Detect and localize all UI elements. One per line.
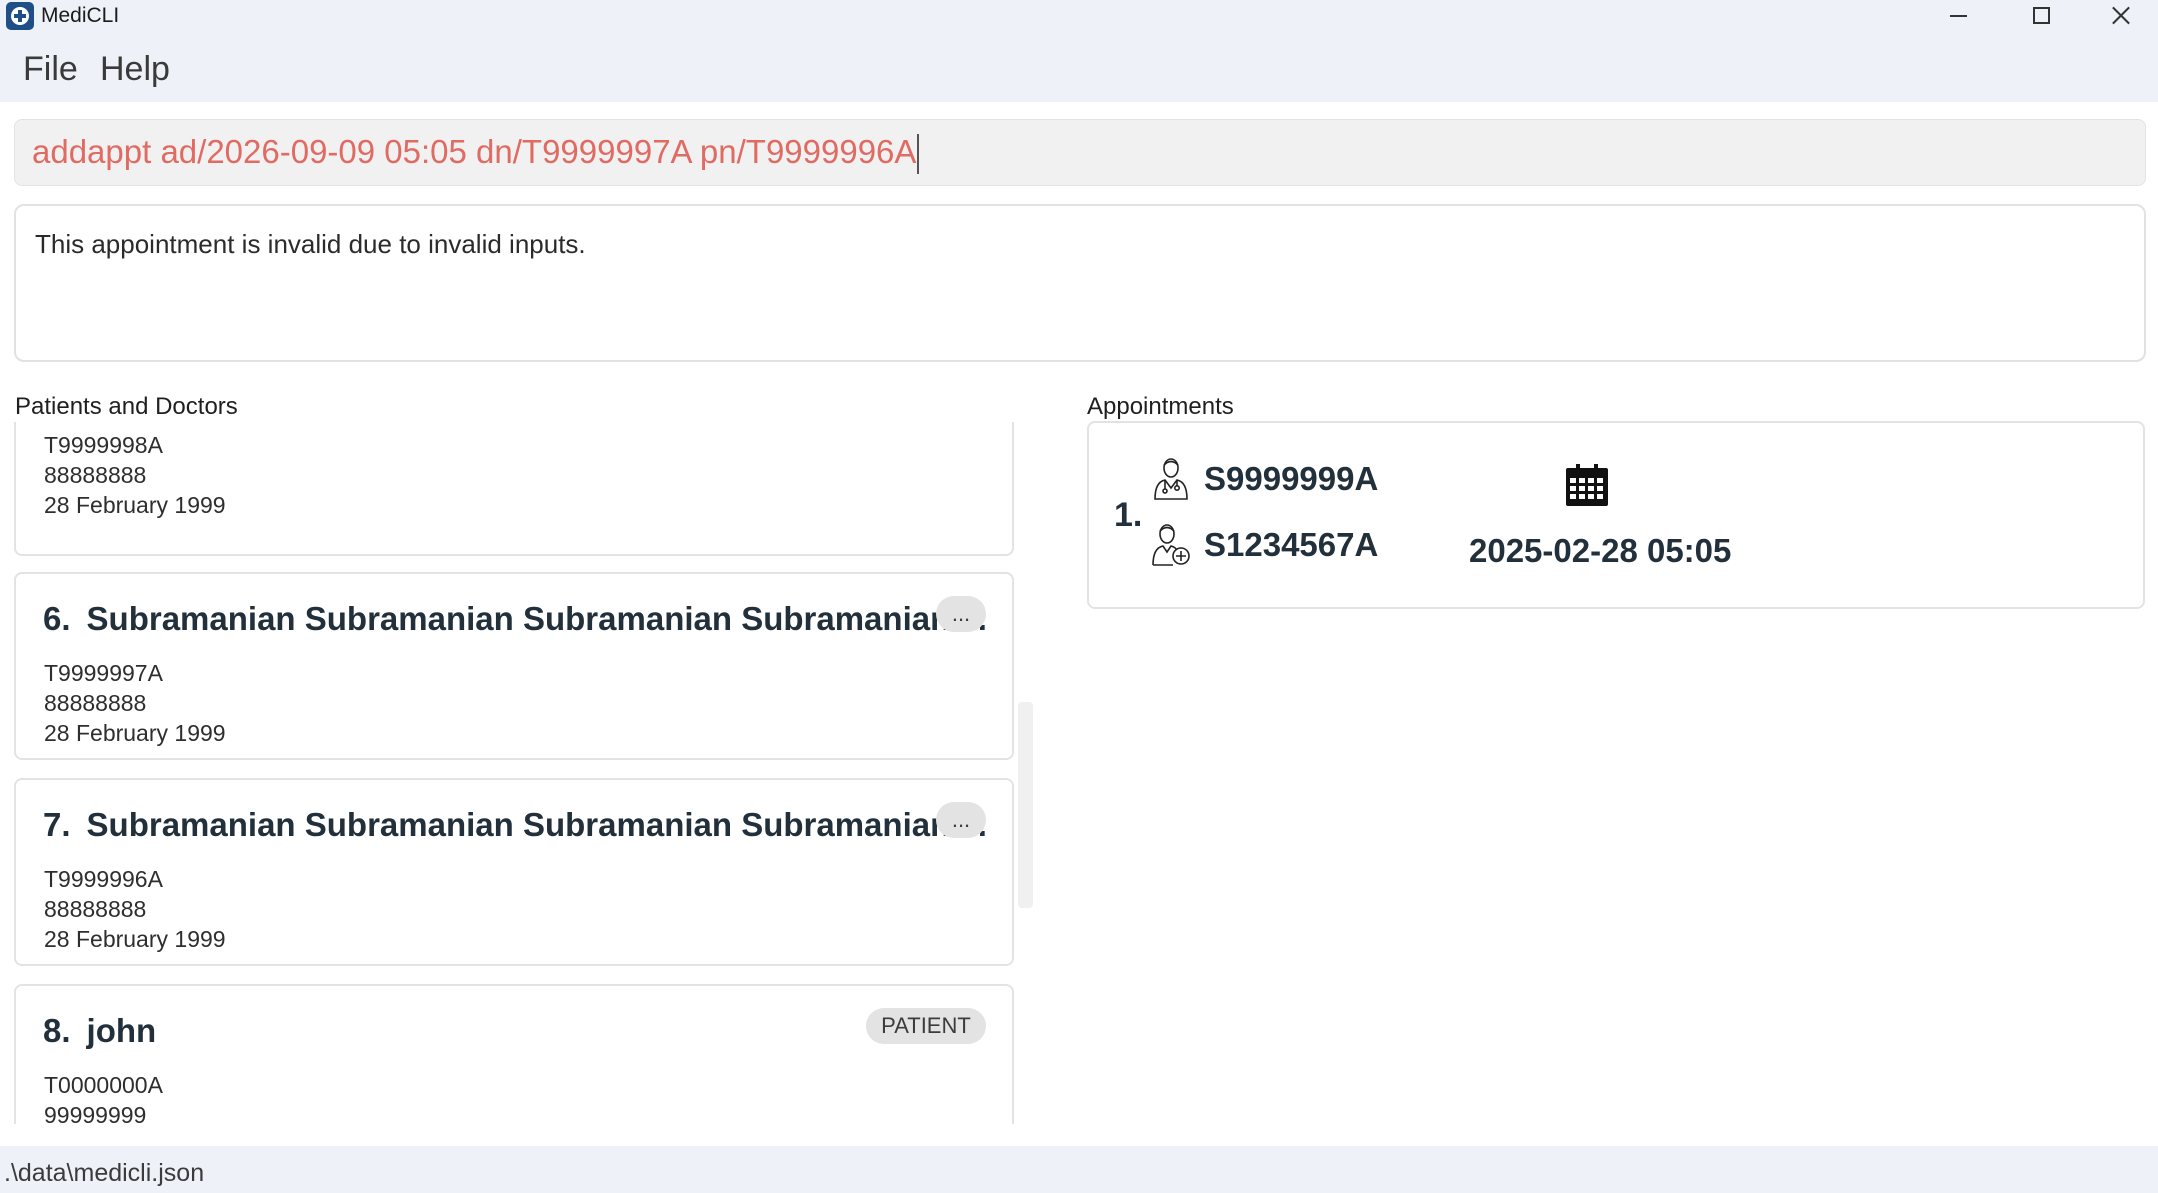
title-bar [0,0,2158,32]
person-phone: 88888888 [44,896,147,922]
person-card[interactable]: 8. john PATIENT T0000000A 99999999 [14,984,1014,1124]
person-index: 8. [43,1012,71,1049]
person-phone: 99999999 [44,1102,147,1124]
maximize-button[interactable] [2000,0,2080,32]
medicli-app-icon [6,2,34,30]
more-tags-button[interactable]: ... [936,802,986,838]
calendar-icon [1566,464,1608,506]
menu-file[interactable]: File [23,49,78,89]
person-name-row: 7. Subramanian Subramanian Subramanian Su… [43,805,987,845]
appointments-panel-label: Appointments [1087,393,1234,420]
close-button[interactable] [2080,0,2158,32]
persons-panel-label: Patients and Doctors [15,393,238,420]
doctor-icon [1154,458,1188,500]
person-dob: 28 February 1999 [44,492,226,518]
minimize-button[interactable] [1920,0,2000,32]
person-name: Subramanian Subramanian Subramanian Subr… [86,806,987,843]
menu-help[interactable]: Help [100,49,170,89]
appointment-datetime: 2025-02-28 05:05 [1469,532,1732,569]
patient-badge: PATIENT [866,1008,986,1044]
data-file-path: .\data\medicli.json [4,1159,205,1187]
person-card[interactable]: 6. Subramanian Subramanian Subramanian Su… [14,572,1014,760]
person-index: 7. [43,806,71,843]
appointment-doctor-nric: S9999999A [1204,460,1379,497]
status-bar [0,1146,2158,1193]
text-cursor [917,134,920,175]
appointment-index: 1. [1114,496,1143,534]
person-nric: T9999997A [44,660,163,686]
window-title: MediCLI [41,4,120,27]
person-card[interactable]: T9999998A 88888888 28 February 1999 [14,422,1014,556]
person-name-row: 6. Subramanian Subramanian Subramanian Su… [43,599,987,639]
person-list[interactable]: T9999998A 88888888 28 February 1999 6. Su… [14,422,1014,1124]
command-text[interactable]: addappt ad/2026-09-09 05:05 dn/T9999997A… [32,131,920,175]
person-name: john [86,1012,157,1049]
person-card[interactable]: 7. Subramanian Subramanian Subramanian Su… [14,778,1014,966]
person-nric: T9999996A [44,866,163,892]
command-value: addappt ad/2026-09-09 05:05 dn/T9999997A… [32,133,917,170]
person-list-scrollbar[interactable] [1018,702,1033,908]
person-phone: 88888888 [44,690,147,716]
person-nric: T9999998A [44,432,163,458]
person-index: 6. [43,600,71,637]
result-message: This appointment is invalid due to inval… [35,229,586,259]
patient-icon [1152,524,1190,566]
more-tags-button[interactable]: ... [936,596,986,632]
person-name-row: 8. john [43,1011,156,1051]
appointment-patient-nric: S1234567A [1204,526,1379,563]
person-dob: 28 February 1999 [44,720,226,746]
appointment-card[interactable]: 1. S9999999A S1234567A 2025-02-28 05:05 [1087,421,2145,609]
person-name: Subramanian Subramanian Subramanian Subr… [86,600,987,637]
menu-bar: File Help [0,32,2158,102]
person-nric: T0000000A [44,1072,163,1098]
person-dob: 28 February 1999 [44,926,226,952]
person-phone: 88888888 [44,462,147,488]
